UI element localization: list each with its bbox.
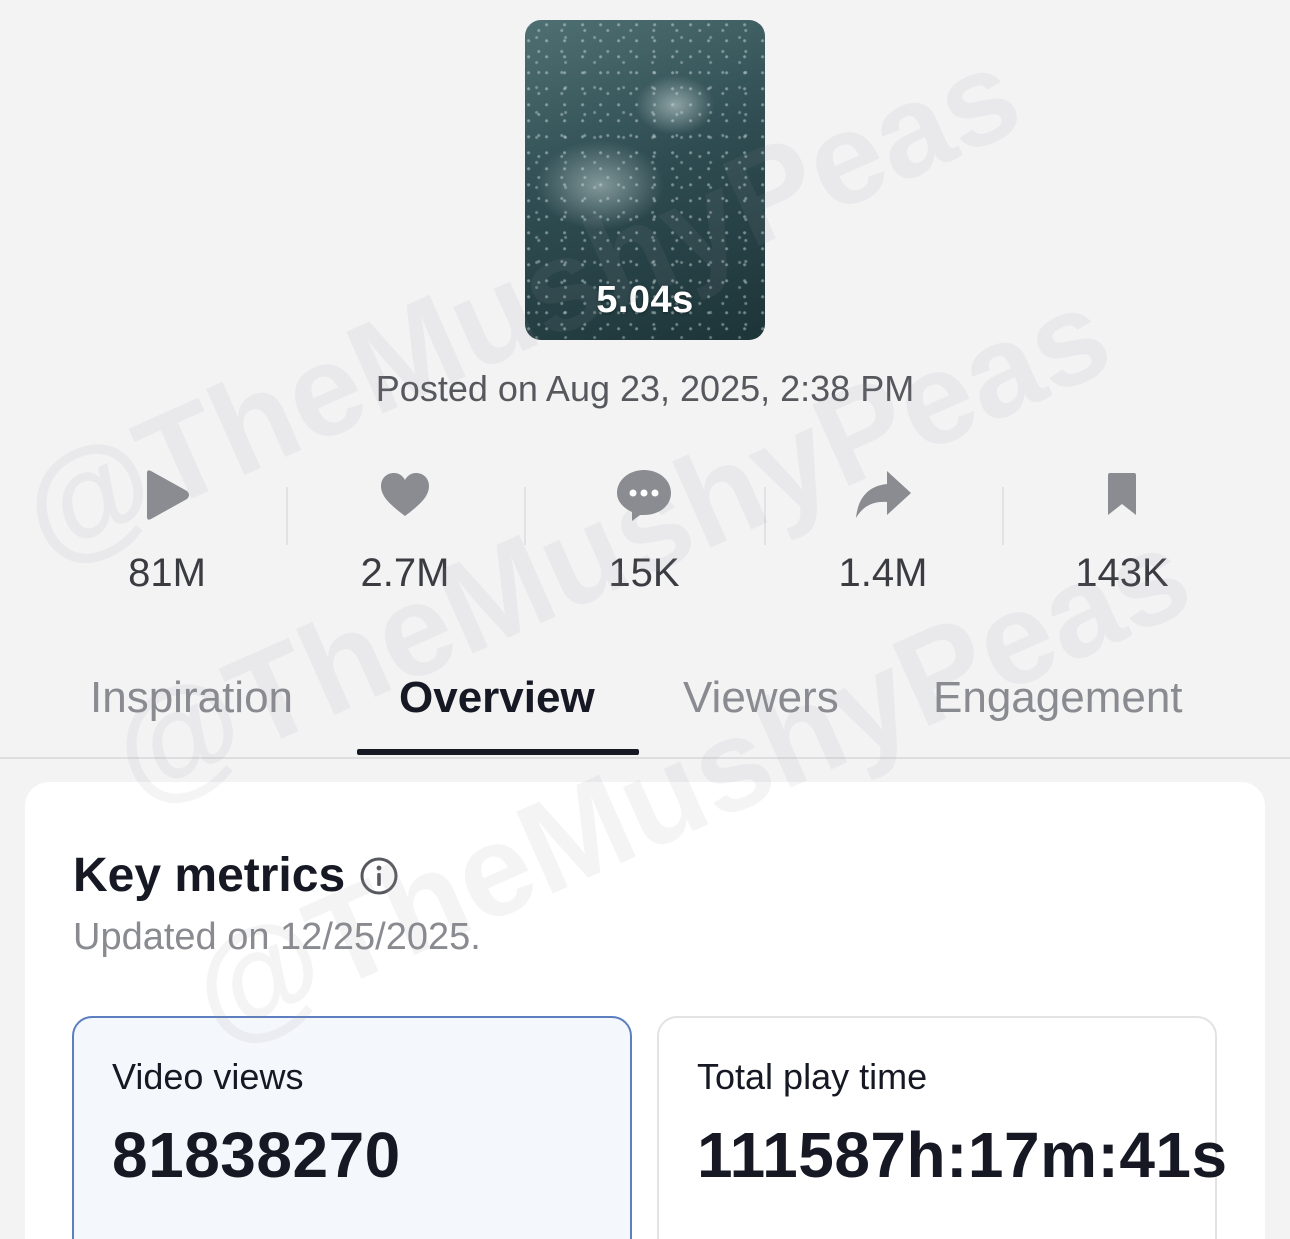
active-tab-indicator bbox=[357, 749, 639, 755]
posted-date: Posted on Aug 23, 2025, 2:38 PM bbox=[375, 368, 915, 409]
stat-saves: 143K bbox=[1003, 455, 1241, 596]
bookmark-icon bbox=[1003, 455, 1241, 535]
share-icon bbox=[764, 455, 1002, 535]
tab-engagement[interactable]: Engagement bbox=[933, 673, 1183, 723]
stat-value: 2.7M bbox=[360, 551, 450, 595]
metric-label: Video views bbox=[112, 1056, 304, 1097]
metric-label: Total play time bbox=[697, 1056, 928, 1097]
stat-value: 15K bbox=[608, 551, 680, 595]
tab-viewers[interactable]: Viewers bbox=[683, 673, 839, 723]
tab-bar: Inspiration Overview Viewers Engagement bbox=[0, 655, 1290, 759]
heart-icon bbox=[286, 455, 524, 535]
video-thumbnail[interactable]: 5.04s bbox=[525, 20, 765, 340]
video-duration: 5.04s bbox=[596, 279, 694, 321]
updated-date: Updated on 12/25/2025. bbox=[73, 916, 481, 958]
stat-value: 81M bbox=[128, 551, 206, 595]
metric-card-total-play-time[interactable]: Total play time 111587h:17m:41s bbox=[657, 1016, 1227, 1239]
tab-inspiration[interactable]: Inspiration bbox=[90, 673, 293, 723]
thumbnail-bird-flock bbox=[535, 140, 665, 230]
key-metrics-card: Key metrics Updated on 12/25/2025. Video… bbox=[25, 782, 1265, 1239]
stat-value: 1.4M bbox=[838, 551, 928, 595]
stat-comments: 15K bbox=[525, 455, 763, 596]
stat-shares: 1.4M bbox=[764, 455, 1002, 596]
stats-row: 81M 2.7M 15K 1.4M 143K bbox=[0, 455, 1290, 605]
key-metrics-title: Key metrics bbox=[73, 849, 346, 902]
tab-overview[interactable]: Overview bbox=[399, 673, 595, 723]
metric-value: 81838270 bbox=[112, 1119, 401, 1191]
stat-value: 143K bbox=[1075, 551, 1169, 595]
metric-card-video-views[interactable]: Video views 81838270 bbox=[72, 1016, 632, 1239]
metric-value: 111587h:17m:41s bbox=[697, 1119, 1228, 1191]
stat-likes: 2.7M bbox=[286, 455, 524, 596]
stat-views: 81M bbox=[48, 455, 286, 596]
play-icon bbox=[48, 455, 286, 535]
key-metrics-heading: Key metrics bbox=[73, 848, 399, 903]
comment-icon bbox=[525, 455, 763, 535]
info-icon[interactable] bbox=[359, 856, 399, 896]
thumbnail-bird-flock bbox=[635, 75, 715, 135]
